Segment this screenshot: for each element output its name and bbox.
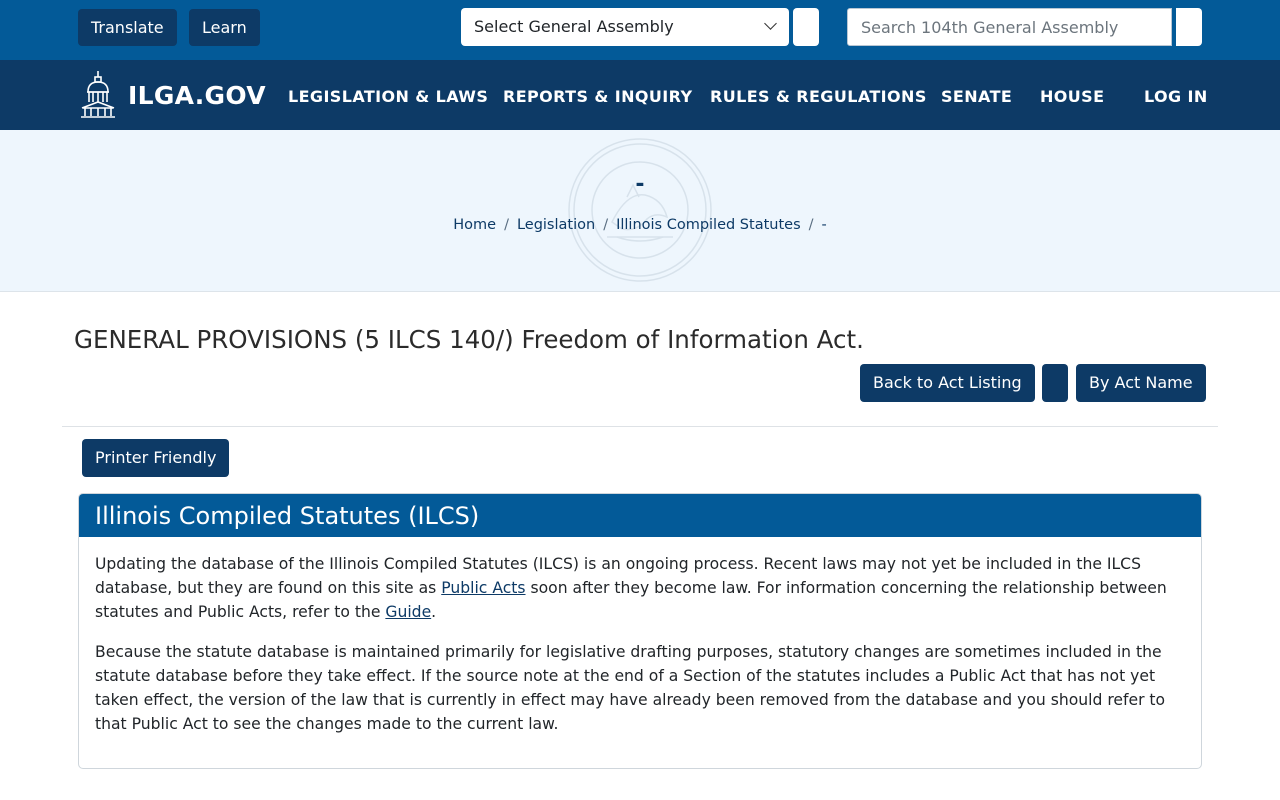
general-assembly-go-button[interactable] xyxy=(793,8,819,46)
login-link[interactable]: LOG IN xyxy=(1144,60,1208,130)
notice-paragraph-2: Because the statute database is maintain… xyxy=(95,643,1166,733)
breadcrumb-legislation[interactable]: Legislation xyxy=(517,217,595,233)
public-acts-link[interactable]: Public Acts xyxy=(441,579,525,597)
by-act-name-button[interactable]: By Act Name xyxy=(1076,364,1206,402)
capitol-icon xyxy=(81,71,115,118)
breadcrumb: Home / Legislation / Illinois Compiled Statu… xyxy=(453,217,827,233)
logo-text: ILGA.GOV xyxy=(128,80,266,110)
main-nav: ILGA.GOV LEGISLATION & LAWS REPORTS & IN… xyxy=(0,60,1280,130)
nav-rules-regulations[interactable]: RULES & REGULATIONS xyxy=(710,60,927,130)
nav-reports-inquiry[interactable]: REPORTS & INQUIRY xyxy=(503,60,692,130)
act-title: GENERAL PROVISIONS (5 ILCS 140/) Freedom… xyxy=(74,325,864,354)
utility-bar: Translate Learn Select General Assembly xyxy=(0,0,1280,60)
site-logo[interactable]: ILGA.GOV xyxy=(80,70,266,120)
search-input[interactable] xyxy=(847,8,1172,46)
card-header: Illinois Compiled Statutes (ILCS) xyxy=(79,494,1201,537)
guide-link[interactable]: Guide xyxy=(385,603,431,621)
translate-button[interactable]: Translate xyxy=(78,9,177,46)
search-button[interactable] xyxy=(1176,8,1202,46)
printer-friendly-button[interactable]: Printer Friendly xyxy=(82,439,230,477)
page-hero: - Home / Legislation / Illinois Compiled Sta… xyxy=(0,130,1280,292)
icon-button[interactable] xyxy=(1042,364,1068,402)
state-seal-watermark xyxy=(568,138,712,282)
breadcrumb-home[interactable]: Home xyxy=(453,217,496,233)
breadcrumb-ilcs[interactable]: Illinois Compiled Statutes xyxy=(616,217,801,233)
divider xyxy=(62,426,1218,427)
card-body: Updating the database of the Illinois Co… xyxy=(79,537,1201,736)
nav-house[interactable]: HOUSE xyxy=(1040,60,1104,130)
breadcrumb-current: - xyxy=(821,217,827,233)
back-to-act-listing-button[interactable]: Back to Act Listing xyxy=(860,364,1035,402)
ilcs-notice-card: Illinois Compiled Statutes (ILCS) Updati… xyxy=(78,493,1202,769)
nav-legislation-laws[interactable]: LEGISLATION & LAWS xyxy=(288,60,488,130)
nav-senate[interactable]: SENATE xyxy=(941,60,1012,130)
notice-paragraph-1: Updating the database of the Illinois Co… xyxy=(95,555,1167,621)
page-heading: - xyxy=(635,172,645,197)
general-assembly-select[interactable]: Select General Assembly xyxy=(461,8,789,46)
general-assembly-select-value: Select General Assembly xyxy=(474,17,674,36)
learn-button[interactable]: Learn xyxy=(189,9,260,46)
chevron-down-icon xyxy=(764,17,777,30)
